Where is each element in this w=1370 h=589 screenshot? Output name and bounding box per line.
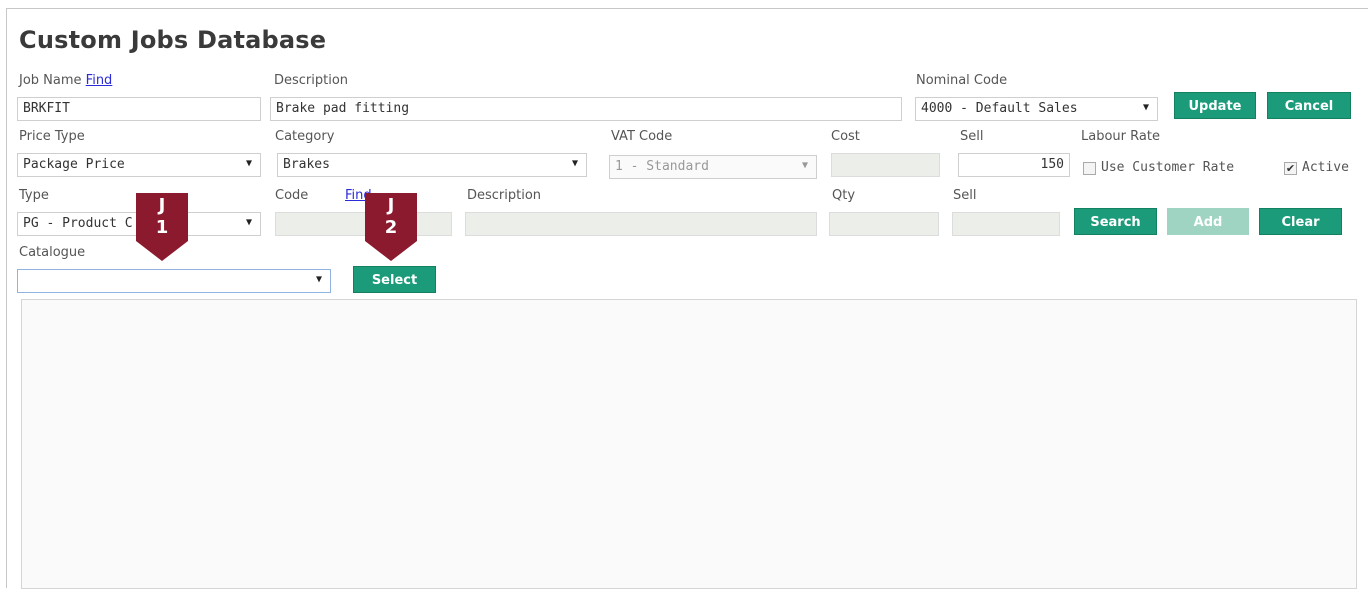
clear-button[interactable]: Clear bbox=[1259, 208, 1342, 235]
job-name-find-link[interactable]: Find bbox=[86, 73, 113, 88]
marker-line2: 2 bbox=[384, 217, 398, 238]
code-input bbox=[275, 212, 452, 236]
marker-arrow-icon bbox=[365, 241, 417, 261]
page-title: Custom Jobs Database bbox=[19, 26, 327, 54]
sell-label: Sell bbox=[960, 129, 984, 144]
description-label: Description bbox=[274, 73, 349, 88]
type-label: Type bbox=[19, 188, 49, 203]
job-name-label-group: Job Name Find bbox=[19, 73, 112, 88]
search-button[interactable]: Search bbox=[1074, 208, 1157, 235]
update-button[interactable]: Update bbox=[1174, 92, 1256, 119]
qty-input bbox=[829, 212, 939, 236]
vat-code-value: 1 - Standard bbox=[615, 159, 709, 174]
marker-line2: 1 bbox=[155, 217, 169, 238]
nominal-code-label: Nominal Code bbox=[916, 73, 1008, 88]
job-name-input[interactable]: BRKFIT bbox=[17, 97, 261, 121]
active-checkbox[interactable]: ✔ bbox=[1284, 162, 1297, 175]
nominal-code-value: 4000 - Default Sales bbox=[921, 101, 1078, 116]
cost-input bbox=[831, 153, 940, 177]
item-sell-input bbox=[952, 212, 1060, 236]
vat-code-select: 1 - Standard ▼ bbox=[609, 155, 817, 179]
marker-body: J 2 bbox=[365, 193, 417, 241]
marker-line1: J bbox=[387, 195, 395, 216]
marker-body: J 1 bbox=[136, 193, 188, 241]
item-description-label: Description bbox=[467, 188, 542, 203]
item-description-input bbox=[465, 212, 817, 236]
qty-label: Qty bbox=[832, 188, 856, 203]
price-type-label: Price Type bbox=[19, 129, 85, 144]
nominal-code-select[interactable]: 4000 - Default Sales ▼ bbox=[915, 97, 1158, 121]
chevron-down-icon: ▼ bbox=[245, 158, 252, 169]
results-panel bbox=[21, 299, 1357, 589]
chevron-down-icon: ▼ bbox=[315, 274, 322, 285]
chevron-down-icon: ▼ bbox=[1142, 102, 1149, 113]
code-label: Code bbox=[275, 188, 309, 203]
category-select[interactable]: Brakes ▼ bbox=[277, 153, 587, 177]
annotation-marker-j2: J 2 bbox=[365, 193, 417, 261]
cancel-button[interactable]: Cancel bbox=[1267, 92, 1351, 119]
chevron-down-icon: ▼ bbox=[571, 158, 578, 169]
category-label: Category bbox=[275, 129, 335, 144]
active-label: Active bbox=[1302, 160, 1349, 175]
price-type-select[interactable]: Package Price ▼ bbox=[17, 153, 261, 177]
category-value: Brakes bbox=[283, 157, 330, 172]
marker-line1: J bbox=[158, 195, 166, 216]
use-customer-rate-checkbox[interactable] bbox=[1083, 162, 1096, 175]
marker-arrow-icon bbox=[136, 241, 188, 261]
annotation-marker-j1: J 1 bbox=[136, 193, 188, 261]
price-type-value: Package Price bbox=[23, 157, 125, 172]
catalogue-label: Catalogue bbox=[19, 245, 86, 260]
chevron-down-icon: ▼ bbox=[245, 217, 252, 228]
check-icon: ✔ bbox=[1285, 162, 1296, 175]
cost-label: Cost bbox=[831, 129, 860, 144]
select-button[interactable]: Select bbox=[353, 266, 436, 293]
item-sell-label: Sell bbox=[953, 188, 977, 203]
labour-rate-label: Labour Rate bbox=[1081, 129, 1160, 144]
add-button[interactable]: Add bbox=[1167, 208, 1249, 235]
description-input[interactable]: Brake pad fitting bbox=[270, 97, 902, 121]
use-customer-rate-label: Use Customer Rate bbox=[1101, 160, 1235, 175]
catalogue-select[interactable]: ▼ bbox=[17, 269, 331, 293]
type-value: PG - Product C bbox=[23, 216, 133, 231]
sell-input[interactable]: 150 bbox=[958, 153, 1070, 177]
vat-code-label: VAT Code bbox=[611, 129, 673, 144]
chevron-down-icon: ▼ bbox=[801, 160, 808, 171]
job-name-label: Job Name bbox=[19, 73, 82, 88]
